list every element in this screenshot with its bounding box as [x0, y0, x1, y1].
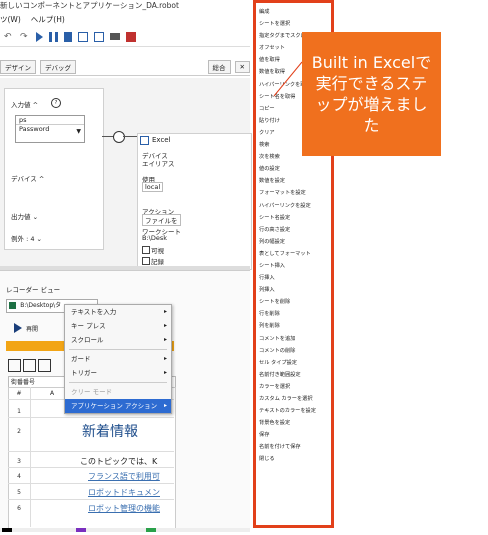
menu-item-mode: クリー モード	[71, 388, 113, 396]
color-swatch	[76, 528, 86, 532]
input-label: 入力値 ^	[11, 101, 39, 109]
grid-line	[8, 451, 174, 452]
menu-item-application-action[interactable]: アプリケーション アクション ▸	[65, 399, 171, 413]
excel-use-value[interactable]: local	[142, 182, 164, 192]
row-header-3: 3	[17, 458, 21, 465]
corner-header: #	[16, 390, 22, 397]
menu-item-key-press[interactable]: キー プレス ▸	[65, 319, 171, 333]
sheet-ribbon	[8, 359, 51, 372]
help-icon[interactable]: ?	[51, 98, 61, 108]
excel-step-node[interactable]: Excel デバイス エイリアス 使用 local アクション ファイルを ワー…	[137, 133, 252, 270]
recorder-path: B:\Desktop\タ	[20, 302, 62, 309]
tab-design[interactable]: デザイン	[0, 59, 36, 74]
grid-column-line	[30, 387, 31, 527]
row-header-2: 2	[17, 428, 21, 435]
menu-item-scroll[interactable]: スクロール ▸	[65, 333, 171, 347]
tab-general[interactable]: 総合	[207, 59, 231, 74]
export-icon[interactable]	[94, 31, 104, 42]
recorder-title: レコーダー ビュー	[6, 286, 61, 294]
stop-icon[interactable]	[126, 31, 136, 42]
save-as-icon[interactable]	[23, 359, 36, 372]
step-properties-panel: 入力値 ^ ? ps Password ▼ デバイス ^ 出力値 ⌄ 例外 : …	[4, 88, 104, 250]
excel-file-icon	[9, 302, 16, 309]
record-label: 記録	[151, 258, 164, 266]
news-link-1[interactable]: フランス語で利用可	[88, 471, 160, 482]
menu-item-guard[interactable]: ガード ▸	[65, 352, 171, 366]
excel-worksheet-value: B:\Desk	[142, 234, 167, 242]
record-checkbox[interactable]	[142, 257, 150, 265]
row-header-1: 1	[17, 408, 21, 415]
recorder-context-menu: テキストを入力 ▸ キー プレス ▸ スクロール ▸ ガード ▸ トリガー ▸ クリー モ…	[64, 304, 172, 414]
excel-alias-label: エイリアス	[142, 160, 175, 168]
status-strip	[0, 528, 250, 532]
pause-icon[interactable]	[49, 31, 58, 42]
grid-line	[8, 417, 174, 418]
grid-line	[8, 467, 174, 468]
menu-help[interactable]: ヘルプ(H)	[31, 14, 65, 25]
row-header-4: 4	[17, 473, 21, 480]
close-tab-icon[interactable]: ✕	[234, 60, 250, 73]
toolbar: ↶ ↷	[0, 27, 250, 47]
news-link-2[interactable]: ロボットドキュメン	[88, 487, 160, 498]
window-title: 新しいコンポーネントとアプリケーション_DA.robot	[0, 1, 179, 10]
grid-line	[8, 499, 174, 500]
color-swatch	[2, 528, 12, 532]
resume-label[interactable]: 再開	[26, 324, 38, 333]
column-header-a: A	[50, 390, 55, 397]
view-tab-bar: デザイン デバッグ 総合 ✕	[0, 58, 250, 76]
tab-debug[interactable]: デバッグ	[40, 59, 76, 74]
output-label[interactable]: 出力値 ⌄	[11, 211, 38, 221]
play-icon[interactable]	[36, 31, 43, 42]
input-value: ps	[19, 116, 27, 124]
device-label: デバイス ^	[11, 175, 45, 183]
menu-item-type-text[interactable]: テキストを入力 ▸	[65, 305, 171, 319]
flow-canvas: 入力値 ^ ? ps Password ▼ デバイス ^ 出力値 ⌄ 例外 : …	[0, 78, 252, 270]
step-icon[interactable]	[64, 31, 72, 42]
undo-icon[interactable]: ↶	[4, 32, 14, 42]
print-icon[interactable]	[110, 33, 120, 40]
grid-line	[8, 483, 174, 484]
color-swatch	[146, 528, 156, 532]
menu-bar: ツ(W) ヘルプ(H)	[0, 12, 250, 26]
cell-reference: 街番番号	[11, 379, 36, 386]
row-header-5: 5	[17, 489, 21, 496]
dropdown-arrow-icon[interactable]: ▼	[76, 128, 81, 135]
visible-checkbox[interactable]	[142, 246, 150, 254]
table-icon[interactable]	[38, 359, 51, 372]
news-heading: 新着情報	[82, 424, 138, 440]
menu-window[interactable]: ツ(W)	[0, 14, 21, 25]
excel-node-title: Excel	[152, 136, 171, 144]
save-icon[interactable]	[8, 359, 21, 372]
visible-label: 可視	[151, 247, 164, 255]
password-select[interactable]: Password	[16, 124, 84, 133]
debug-icon[interactable]	[78, 31, 88, 42]
intro-text: このトピックでは、K	[80, 457, 158, 466]
excel-icon	[140, 136, 149, 145]
row-header-6: 6	[17, 505, 21, 512]
redo-icon[interactable]: ↷	[20, 32, 30, 42]
connector-node[interactable]	[113, 131, 125, 143]
connector-line-2	[123, 136, 137, 137]
menu-item-trigger[interactable]: トリガー ▸	[65, 366, 171, 380]
callout-box: Built in Excelで実行できるステップが増えました	[302, 32, 441, 156]
exception-label[interactable]: 例外 : 4 ⌄	[11, 233, 42, 243]
excel-action-value[interactable]: ファイルを	[142, 214, 181, 226]
resume-play-icon[interactable]	[14, 323, 22, 333]
news-link-3[interactable]: ロボット管理の機能	[88, 503, 160, 514]
input-value-box[interactable]: ps Password ▼	[15, 115, 85, 143]
